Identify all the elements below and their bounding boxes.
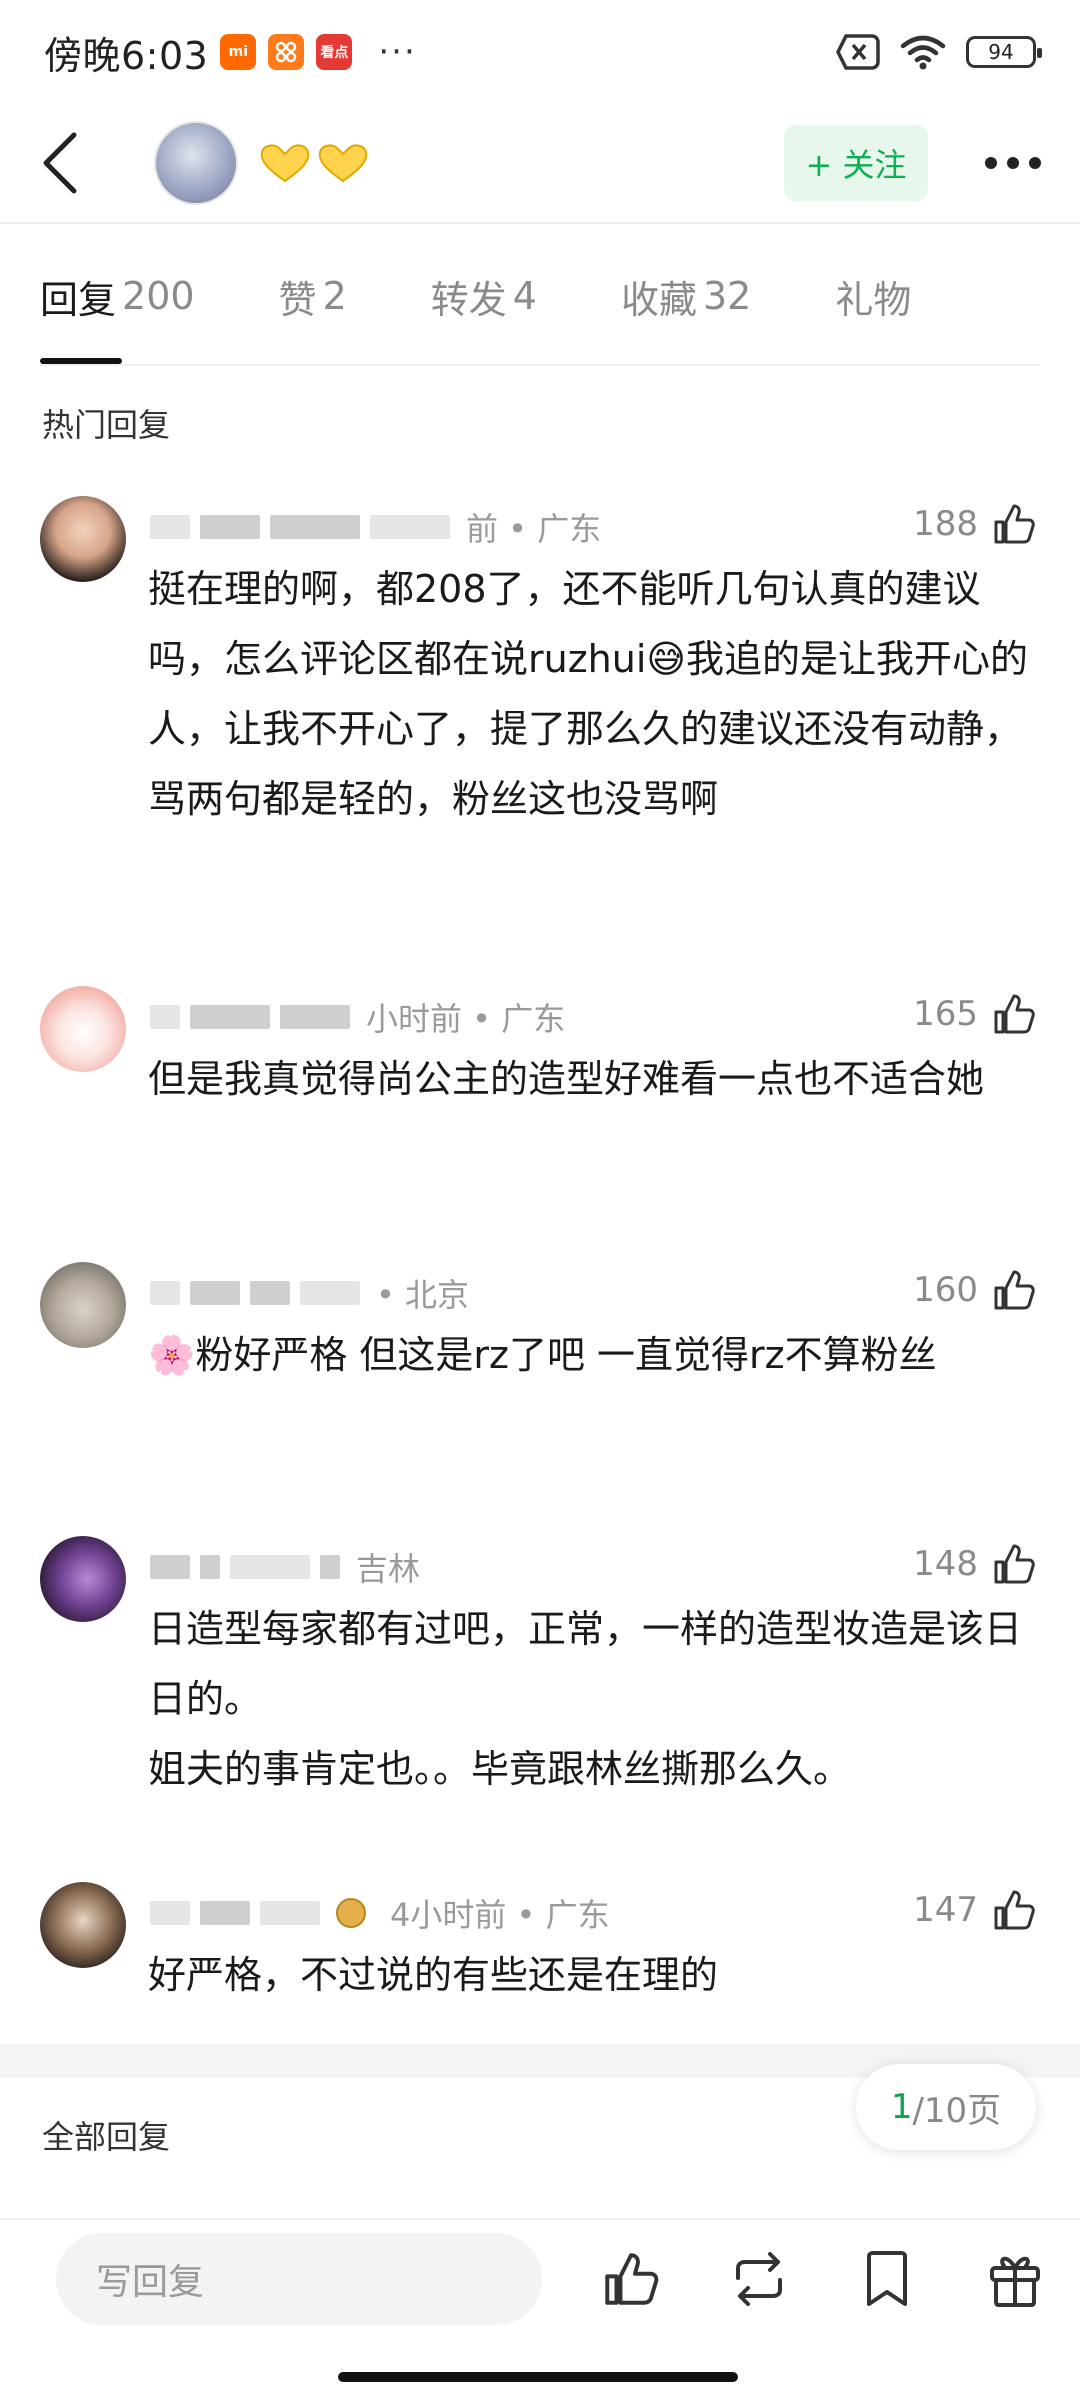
like-button[interactable]: 148 xyxy=(913,1542,1036,1586)
tab-likes[interactable]: 赞2 xyxy=(279,227,347,365)
gift-icon xyxy=(990,2256,1040,2307)
medal-icon xyxy=(336,1898,366,1928)
status-time: 傍晚6:03 xyxy=(44,33,209,78)
tab-favorites[interactable]: 收藏 32 xyxy=(621,227,751,365)
blurred-username xyxy=(300,1281,360,1305)
comment-text: 日造型每家都有过吧，正常，一样的造型妆造是该日日的。 姐夫的事肯定也。。毕竟跟林… xyxy=(148,1607,1023,1791)
blurred-username xyxy=(190,1005,270,1029)
blurred-username xyxy=(270,515,360,539)
comment-time-location: 前 • 广东 xyxy=(466,510,602,548)
like-count: 188 xyxy=(913,504,978,544)
comment-time-location: 小时前 • 广东 xyxy=(366,1000,566,1038)
bookmark-icon xyxy=(867,2251,907,2306)
gift-button[interactable] xyxy=(982,2246,1048,2312)
comment-time-location: • 北京 xyxy=(376,1276,470,1314)
comment-text: 🌸粉好严格 但这是rz了吧 一直觉得rz不算粉丝 xyxy=(148,1333,937,1377)
like-button[interactable]: 165 xyxy=(913,992,1036,1036)
comment-meta: 吉林 xyxy=(150,1542,420,1592)
more-options-icon[interactable] xyxy=(958,123,1068,203)
comment-meta: 前 • 广东 xyxy=(150,502,601,552)
thumbs-up-icon xyxy=(994,1890,1035,1930)
wifi-icon xyxy=(900,35,946,70)
comment-time-location: 吉林 xyxy=(356,1550,421,1588)
current-page: 1 xyxy=(890,2087,913,2127)
like-button[interactable]: 188 xyxy=(913,502,1036,546)
blurred-username xyxy=(150,1281,180,1305)
avatar[interactable] xyxy=(40,986,126,1072)
avatar[interactable] xyxy=(40,1882,126,1968)
blurred-username xyxy=(320,1555,340,1579)
comment-text: 挺在理的啊，都208了，还不能听几句认真的建议吗，怎么评论区都在说ruzhui😅… xyxy=(148,567,1028,821)
blurred-username xyxy=(260,1901,320,1925)
like-count: 148 xyxy=(913,1544,978,1584)
like-button[interactable]: 147 xyxy=(913,1888,1036,1932)
avatar[interactable] xyxy=(40,1262,126,1348)
like-post-button[interactable] xyxy=(598,2246,664,2312)
blurred-username xyxy=(150,515,190,539)
comment-text: 好严格，不过说的有些还是在理的 xyxy=(148,1953,719,1997)
comment-meta: 小时前 • 广东 xyxy=(150,992,565,1042)
comment-meta: • 北京 xyxy=(150,1268,469,1318)
like-count: 165 xyxy=(913,994,978,1034)
reply-input[interactable]: 写回复 xyxy=(56,2233,542,2325)
blurred-username xyxy=(200,515,260,539)
bottom-action-bar: 写回复 xyxy=(0,2218,1080,2338)
tab-bar: 回复 200 赞2 转发 4 收藏 32 礼物 xyxy=(40,228,1040,366)
blurred-username xyxy=(200,1901,250,1925)
avatar[interactable] xyxy=(40,496,126,582)
total-pages: /10页 xyxy=(912,2090,1002,2131)
thumbs-up-icon xyxy=(994,1544,1035,1584)
repost-button[interactable] xyxy=(726,2246,792,2312)
comment-time-location: 4小时前 • 广东 xyxy=(390,1896,610,1934)
tab-reposts[interactable]: 转发 4 xyxy=(431,227,537,365)
favorite-button[interactable] xyxy=(854,2246,920,2312)
comment-text: 但是我真觉得尚公主的造型好难看一点也不适合她 xyxy=(148,1057,985,1101)
thumbs-up-icon xyxy=(994,994,1035,1034)
repost-icon xyxy=(736,2252,782,2306)
follow-button[interactable]: + 关注 xyxy=(784,125,928,201)
author-name-hearts[interactable] xyxy=(258,143,370,183)
thumbs-up-icon xyxy=(605,2253,659,2305)
blurred-username xyxy=(230,1555,310,1579)
author-avatar[interactable] xyxy=(154,121,238,205)
blurred-username xyxy=(250,1281,290,1305)
home-indicator[interactable] xyxy=(338,2372,738,2382)
shop-app-icon xyxy=(268,34,305,70)
like-button[interactable]: 160 xyxy=(913,1268,1036,1312)
blurred-username xyxy=(200,1555,220,1579)
back-icon[interactable] xyxy=(30,123,90,203)
avatar[interactable] xyxy=(40,1536,126,1622)
status-more-icon: ··· xyxy=(378,32,417,72)
blurred-username xyxy=(150,1555,190,1579)
status-bar: 傍晚6:03 mi 看点 ··· 94 xyxy=(0,0,1080,104)
news-app-icon: 看点 xyxy=(316,34,353,70)
tab-gifts[interactable]: 礼物 xyxy=(835,227,911,365)
comment-meta: 4小时前 • 广东 xyxy=(150,1888,610,1938)
active-tab-indicator xyxy=(40,358,122,364)
no-sim-icon xyxy=(836,34,880,70)
blurred-username xyxy=(150,1005,180,1029)
thumbs-up-icon xyxy=(994,504,1035,544)
header: + 关注 xyxy=(0,104,1080,224)
like-count: 147 xyxy=(913,1890,978,1930)
mi-app-icon: mi xyxy=(220,34,257,70)
page-indicator[interactable]: 1/10页 xyxy=(856,2064,1036,2150)
battery-level: 94 xyxy=(988,40,1014,64)
like-count: 160 xyxy=(913,1270,978,1310)
all-replies-title: 全部回复 xyxy=(42,2118,171,2156)
hand-heart-icon xyxy=(318,144,368,183)
hot-replies-title: 热门回复 xyxy=(42,406,171,444)
blurred-username xyxy=(190,1281,240,1305)
blurred-username xyxy=(370,515,450,539)
hand-heart-icon xyxy=(260,144,310,183)
blurred-username xyxy=(280,1005,350,1029)
blurred-username xyxy=(150,1901,190,1925)
thumbs-up-icon xyxy=(994,1270,1035,1310)
battery-icon: 94 xyxy=(966,36,1042,68)
tab-replies[interactable]: 回复 200 xyxy=(40,227,195,365)
